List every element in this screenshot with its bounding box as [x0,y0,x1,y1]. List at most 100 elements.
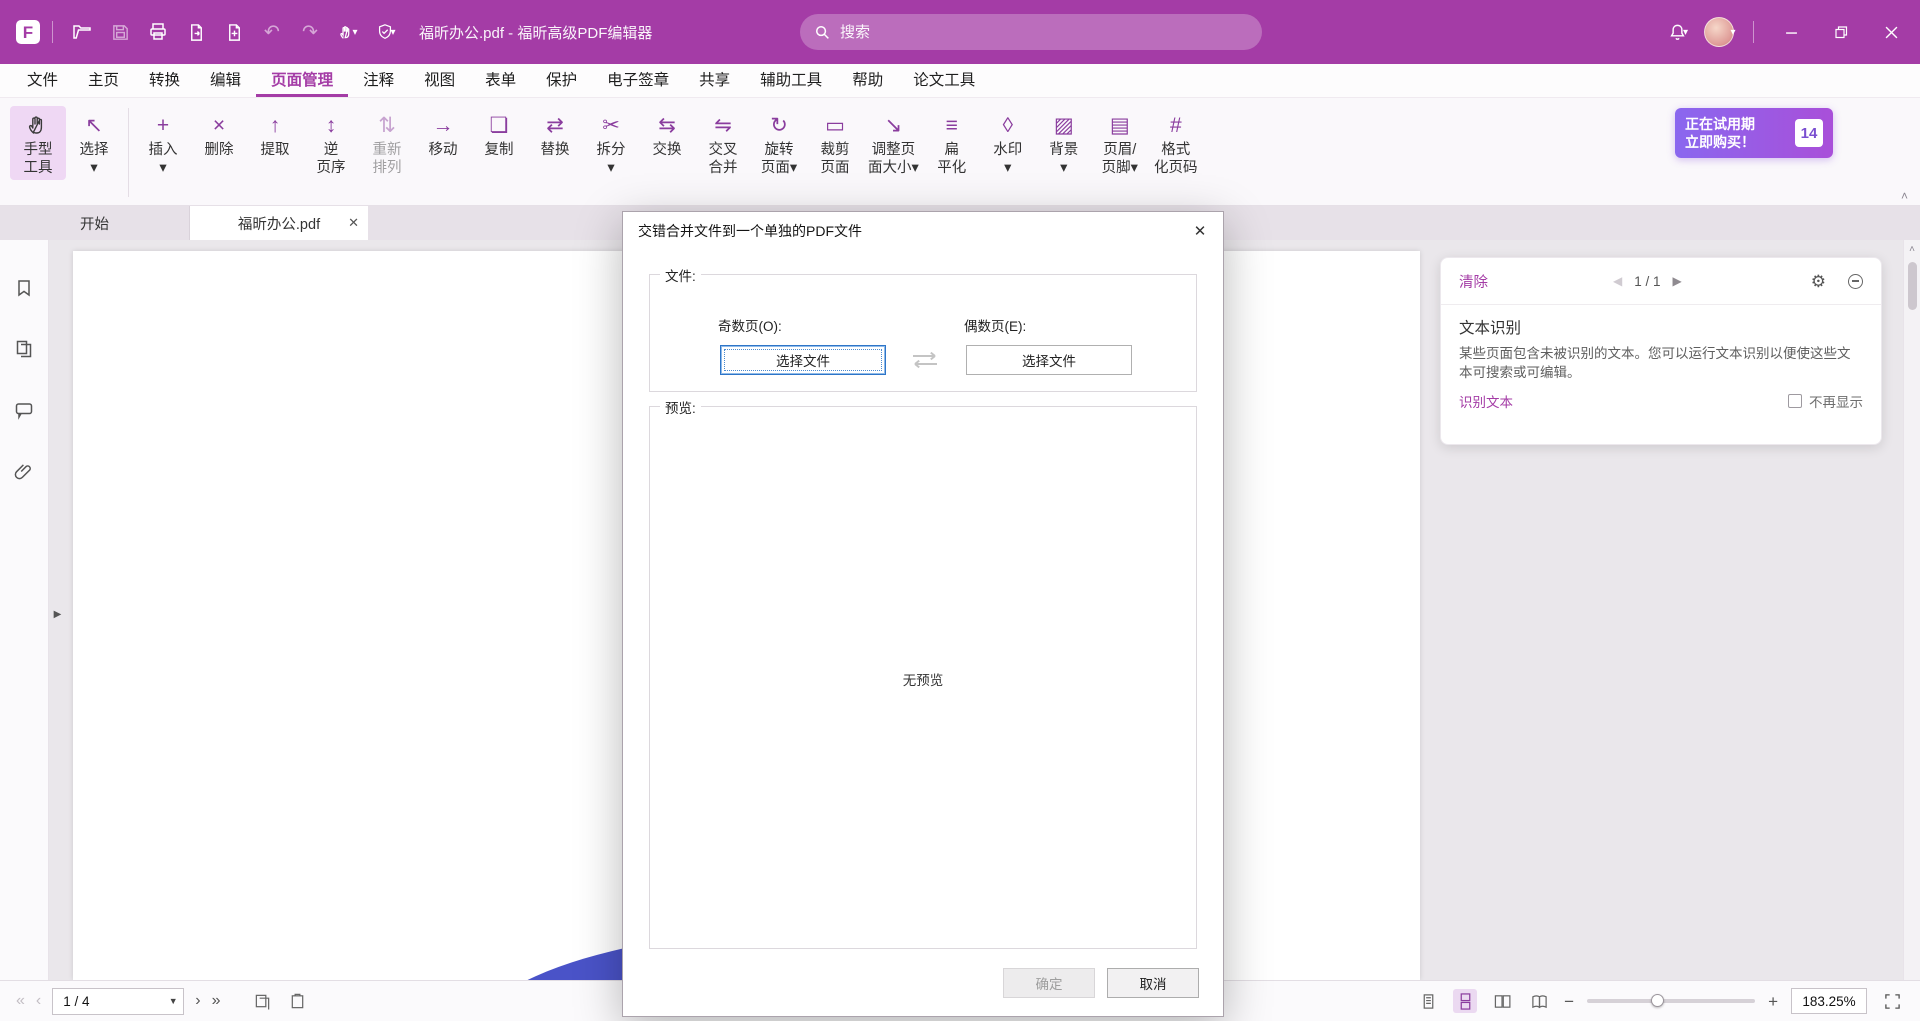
collapse-ribbon-button[interactable]: ˄ [1901,189,1908,203]
notifications-button[interactable]: ▾ [1659,12,1697,52]
ribbon-button-replace-pages[interactable]: ⇄ 替换 [527,106,583,162]
next-page-icon[interactable]: › [195,993,200,1009]
ribbon-button-header-footer[interactable]: ▤ 页眉/ 页脚▾ [1092,106,1148,180]
page-dropdown-icon[interactable]: ▼ [163,996,183,1006]
collapse-card-icon[interactable] [1848,274,1863,289]
preview-group: 预览: 无预览 [649,406,1197,949]
menu-item-convert[interactable]: 转换 [134,64,195,97]
zoom-slider[interactable] [1587,999,1755,1003]
protect-menu-button[interactable]: ▾ [367,12,405,52]
gear-icon[interactable]: ⚙ [1811,273,1826,290]
menu-item-edit[interactable]: 编辑 [195,64,256,97]
zoom-level-field[interactable]: 183.25% [1791,988,1867,1014]
choose-even-file-button[interactable]: 选择文件 [966,345,1132,375]
tab-start[interactable]: 开始 [0,206,190,240]
ribbon-button-label: 选择 ▾ [80,141,109,177]
ribbon-button-watermark[interactable]: ◊ 水印 ▾ [980,106,1036,180]
ribbon-button-background[interactable]: ▨ 背景 ▾ [1036,106,1092,180]
facing-view-button[interactable] [1490,989,1514,1013]
menu-item-form[interactable]: 表单 [470,64,531,97]
ribbon-button-rotate-pages[interactable]: ↻ 旋转 页面▾ [751,106,807,180]
pages-panel-button[interactable] [10,335,38,363]
next-notification-icon[interactable]: ▶ [1673,274,1682,288]
cancel-button[interactable]: 取消 [1107,968,1199,998]
menu-item-accessibility-tools[interactable]: 辅助工具 [745,64,837,97]
extract-page-icon: ↑ [270,109,281,141]
ribbon-button-reverse-page-order[interactable]: ↕ 逆 页序 [303,106,359,180]
ribbon-button-select[interactable]: ↖ 选择 ▾ [66,106,122,180]
ribbon-button-move-pages[interactable]: → 移动 [415,106,471,162]
paperclip-icon [14,461,34,481]
ribbon-button-label: 提取 [261,141,290,159]
last-page-icon[interactable]: » [212,993,221,1009]
document-scrollbar[interactable]: ˄ [1903,240,1920,980]
menu-item-help[interactable]: 帮助 [837,64,898,97]
ribbon-button-delete-pages[interactable]: × 删除 [191,106,247,162]
ribbon-button-label: 手型 工具 [24,141,53,177]
bookmarks-panel-button[interactable] [10,274,38,302]
clipboard-tool-button[interactable] [285,989,309,1013]
menu-item-esignature[interactable]: 电子签章 [592,64,684,97]
ribbon-button-flatten-pages[interactable]: ≡ 扁 平化 [924,106,980,180]
menu-item-protect[interactable]: 保护 [531,64,592,97]
account-button[interactable]: ▾ [1701,12,1739,52]
scroll-up-icon[interactable]: ˄ [1904,240,1920,258]
menu-item-share[interactable]: 共享 [684,64,745,97]
tab-close-icon[interactable]: ✕ [348,206,359,240]
menu-item-home[interactable]: 主页 [73,64,134,97]
ribbon-button-label: 旋转 页面▾ [761,141,797,177]
minimize-button[interactable] [1768,0,1814,64]
book-view-button[interactable] [1527,989,1551,1013]
print-button[interactable] [139,12,177,52]
zoom-slider-thumb[interactable] [1651,994,1664,1007]
ribbon-button-resize-pages[interactable]: ↘ 调整页 面大小▾ [863,106,924,180]
ribbon-button-format-page-numbers[interactable]: # 格式 化页码 [1148,106,1204,180]
redo-button: ↷ [291,12,329,52]
close-window-button[interactable] [1868,0,1914,64]
page-number-value: 1 / 4 [63,994,89,1009]
tab-document[interactable]: 福昕办公.pdf ✕ [190,206,368,240]
panel-expand-handle[interactable]: ▶ [49,596,66,632]
ribbon-button-interleave-merge[interactable]: ⇋ 交叉 合并 [695,106,751,180]
menu-item-view[interactable]: 视图 [409,64,470,97]
menu-item-thesis-tools[interactable]: 论文工具 [898,64,990,97]
ribbon-button-insert-pages[interactable]: + 插入 ▾ [135,106,191,180]
recognize-text-link[interactable]: 识别文本 [1459,391,1513,411]
page-number-field[interactable]: 1 / 4 ▼ [52,988,184,1015]
scrollbar-thumb[interactable] [1908,262,1917,310]
ribbon-button-hand-tool[interactable]: 手型 工具 [10,106,66,180]
card-header: 清除 ◀ 1 / 1 ▶ ⚙ [1441,258,1881,304]
search-box[interactable] [800,14,1262,50]
zoom-in-button[interactable]: + [1768,993,1778,1010]
restore-button[interactable] [1818,0,1864,64]
fullscreen-button[interactable] [1880,989,1904,1013]
ribbon-button-swap-pages[interactable]: ⇆ 交换 [639,106,695,162]
menu-item-comment[interactable]: 注释 [348,64,409,97]
odd-pages-label: 奇数页(O): [718,315,782,335]
ribbon-button-split-document[interactable]: ✂ 拆分 ▾ [583,106,639,180]
search-input[interactable] [840,24,1248,41]
buy-now-trial-button[interactable]: 正在试用期 立即购买！ 14 [1675,108,1833,158]
continuous-view-button[interactable] [1453,989,1477,1013]
comments-panel-button[interactable] [10,396,38,424]
ribbon-button-label: 格式 化页码 [1154,141,1198,177]
clear-button[interactable]: 清除 [1459,271,1488,292]
tab-label: 福昕办公.pdf [238,213,320,234]
menu-item-file[interactable]: 文件 [12,64,73,97]
create-pdf-button[interactable] [215,12,253,52]
attachments-panel-button[interactable] [10,457,38,485]
open-file-button[interactable] [63,12,101,52]
pan-tool-menu-button[interactable]: ▾ [329,12,367,52]
single-page-view-button[interactable] [1416,989,1440,1013]
dont-show-checkbox[interactable] [1788,394,1802,408]
export-pdf-button[interactable] [177,12,215,52]
ribbon-button-duplicate-pages[interactable]: ❏ 复制 [471,106,527,162]
dialog-close-button[interactable]: ✕ [1177,212,1223,250]
menu-item-page-management[interactable]: 页面管理 [256,64,348,97]
clipboard-icon [289,993,306,1010]
choose-odd-file-button[interactable]: 选择文件 [720,345,886,375]
snapshot-tool-button[interactable] [250,989,274,1013]
ribbon-button-crop-pages[interactable]: ▭ 裁剪 页面 [807,106,863,180]
zoom-out-button[interactable]: − [1564,993,1574,1010]
ribbon-button-extract-pages[interactable]: ↑ 提取 [247,106,303,162]
